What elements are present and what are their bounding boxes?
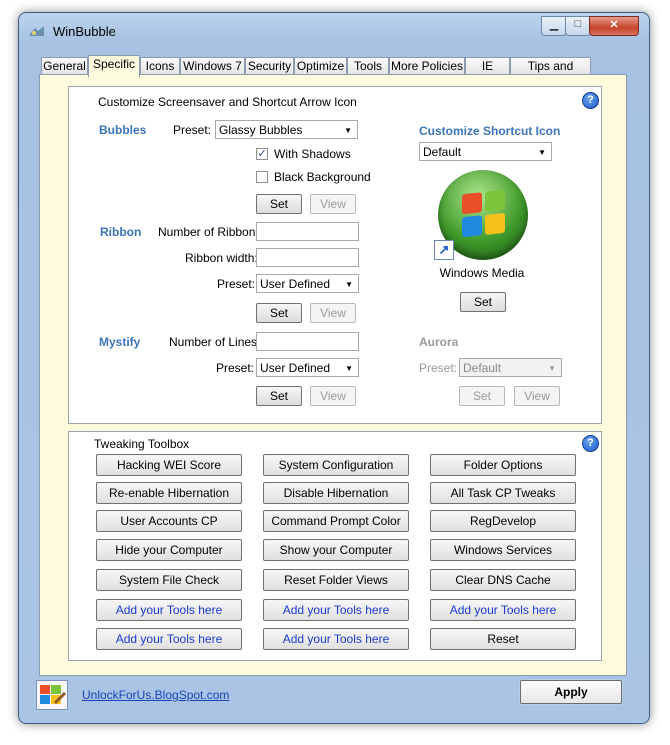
aurora-view-button[interactable]: View: [514, 386, 560, 406]
dropdown-arrow-icon: ▼: [548, 364, 556, 373]
show-your-computer-button[interactable]: Show your Computer: [263, 539, 409, 561]
shortcut-icon-select[interactable]: Default ▼: [419, 142, 552, 161]
mystify-view-button[interactable]: View: [310, 386, 356, 406]
reset-folder-views-button[interactable]: Reset Folder Views: [263, 569, 409, 591]
tab-windows-7[interactable]: Windows 7: [180, 57, 245, 75]
add-your-tools-button-4[interactable]: Add your Tools here: [96, 628, 242, 650]
regdevelop-button[interactable]: RegDevelop: [430, 510, 576, 532]
add-your-tools-button-1[interactable]: Add your Tools here: [96, 599, 242, 621]
ribbon-view-button[interactable]: View: [310, 303, 356, 323]
bubbles-preset-label: Preset:: [173, 123, 212, 137]
dropdown-arrow-icon: ▼: [538, 148, 546, 157]
minimize-button[interactable]: ▁: [541, 16, 567, 36]
with-shadows-label: With Shadows: [274, 147, 351, 161]
tab-icons[interactable]: Icons: [140, 57, 180, 75]
aurora-set-button[interactable]: Set: [459, 386, 505, 406]
tab-optimize[interactable]: Optimize: [294, 57, 347, 75]
app-logo-icon: [36, 680, 68, 710]
dropdown-arrow-icon: ▼: [344, 126, 352, 135]
windows-services-button[interactable]: Windows Services: [430, 539, 576, 561]
tab-ie[interactable]: IE: [465, 57, 510, 75]
tab-security[interactable]: Security: [245, 57, 294, 75]
black-background-label: Black Background: [274, 170, 371, 184]
ribbon-set-button[interactable]: Set: [256, 303, 302, 323]
close-button[interactable]: ✕: [589, 16, 639, 36]
dropdown-arrow-icon: ▼: [345, 280, 353, 289]
black-background-checkbox[interactable]: [256, 171, 268, 183]
aurora-preset-value: Default: [463, 361, 502, 375]
ribbon-preset-select[interactable]: User Defined ▼: [256, 274, 359, 293]
tab-tools[interactable]: Tools: [347, 57, 389, 75]
help-icon[interactable]: ?: [582, 92, 599, 109]
aurora-preset-label: Preset:: [419, 361, 458, 375]
shortcut-icon-heading: Customize Shortcut Icon: [419, 124, 561, 138]
tab-specific[interactable]: Specific: [88, 55, 140, 77]
all-task-cp-tweaks-button[interactable]: All Task CP Tweaks: [430, 482, 576, 504]
bubbles-heading: Bubbles: [99, 123, 147, 137]
hide-your-computer-button[interactable]: Hide your Computer: [96, 539, 242, 561]
windows-logo-icon: [462, 189, 506, 239]
footer-bar: UnlockForUs.BlogSpot.com Apply: [32, 676, 636, 716]
re-enable-hibernation-button[interactable]: Re-enable Hibernation: [96, 482, 242, 504]
minimize-icon: ▁: [549, 19, 559, 31]
maximize-button[interactable]: □: [565, 16, 591, 36]
ribbon-preset-label: Preset:: [217, 277, 256, 291]
shortcut-icon-value: Default: [423, 145, 462, 159]
number-of-ribbons-input[interactable]: [256, 222, 359, 241]
add-your-tools-button-3[interactable]: Add your Tools here: [430, 599, 576, 621]
shortcut-preview-caption: Windows Media: [439, 266, 525, 280]
app-icon: [29, 25, 45, 37]
close-icon: ✕: [609, 19, 619, 31]
mystify-preset-label: Preset:: [216, 361, 255, 375]
number-of-lines-input[interactable]: [256, 332, 359, 351]
tab-more-policies[interactable]: More Policies: [389, 57, 465, 75]
folder-options-button[interactable]: Folder Options: [430, 454, 576, 476]
mystify-preset-select[interactable]: User Defined ▼: [256, 358, 359, 377]
shortcut-arrow-icon: ↗: [434, 240, 454, 260]
number-of-ribbons-label: Number of Ribbons:: [158, 225, 265, 239]
clear-dns-cache-button[interactable]: Clear DNS Cache: [430, 569, 576, 591]
command-prompt-color-button[interactable]: Command Prompt Color: [263, 510, 409, 532]
ribbon-heading: Ribbon: [100, 225, 142, 239]
ribbon-width-label: Ribbon width:: [185, 251, 258, 265]
bubbles-set-button[interactable]: Set: [256, 194, 302, 214]
ribbon-preset-value: User Defined: [260, 277, 331, 291]
user-accounts-cp-button[interactable]: User Accounts CP: [96, 510, 242, 532]
mystify-heading: Mystify: [99, 335, 141, 349]
apply-button[interactable]: Apply: [520, 680, 622, 704]
screensaver-group-title: Customize Screensaver and Shortcut Arrow…: [98, 95, 357, 109]
shortcut-icon-preview: ↗ Windows Media: [422, 166, 542, 284]
title-bar[interactable]: WinBubble ▁ □ ✕: [19, 13, 649, 47]
disable-hibernation-button[interactable]: Disable Hibernation: [263, 482, 409, 504]
help-icon[interactable]: ?: [582, 435, 599, 452]
tab-general[interactable]: General: [41, 57, 88, 75]
mystify-preset-value: User Defined: [260, 361, 331, 375]
bubbles-preset-select[interactable]: Glassy Bubbles ▼: [215, 120, 358, 139]
add-your-tools-button-5[interactable]: Add your Tools here: [263, 628, 409, 650]
hacking-wei-score-button[interactable]: Hacking WEI Score: [96, 454, 242, 476]
aurora-heading: Aurora: [419, 335, 459, 349]
ribbon-width-input[interactable]: [256, 248, 359, 267]
toolbox-group: Tweaking Toolbox ? Hacking WEI Score Sys…: [68, 431, 602, 661]
system-configuration-button[interactable]: System Configuration: [263, 454, 409, 476]
mystify-set-button[interactable]: Set: [256, 386, 302, 406]
system-file-check-button[interactable]: System File Check: [96, 569, 242, 591]
window-title: WinBubble: [53, 24, 116, 39]
website-link[interactable]: UnlockForUs.BlogSpot.com: [82, 688, 229, 702]
bubbles-preset-value: Glassy Bubbles: [219, 123, 303, 137]
toolbox-title: Tweaking Toolbox: [94, 437, 190, 451]
number-of-lines-label: Number of Lines:: [169, 335, 261, 349]
maximize-icon: □: [574, 18, 582, 30]
tab-tips-and-tricks[interactable]: Tips and Tricks: [510, 57, 591, 90]
shortcut-icon-set-button[interactable]: Set: [460, 292, 506, 312]
add-your-tools-button-2[interactable]: Add your Tools here: [263, 599, 409, 621]
with-shadows-checkbox[interactable]: ✓: [256, 148, 268, 160]
aurora-preset-select[interactable]: Default ▼: [459, 358, 562, 377]
specific-tab-panel: Customize Screensaver and Shortcut Arrow…: [39, 74, 627, 676]
bubbles-view-button[interactable]: View: [310, 194, 356, 214]
dropdown-arrow-icon: ▼: [345, 364, 353, 373]
reset-button[interactable]: Reset: [430, 628, 576, 650]
